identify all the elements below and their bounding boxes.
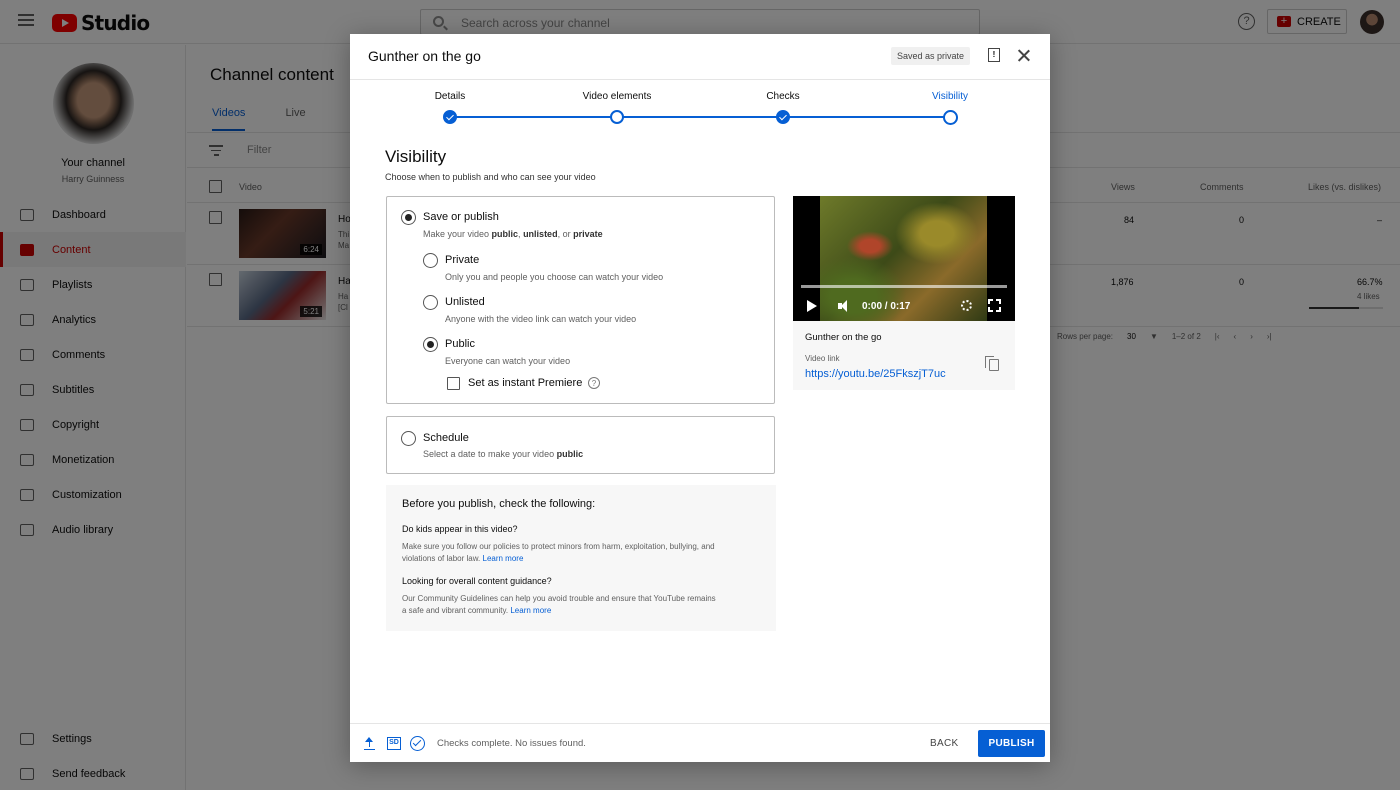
unlisted-label[interactable]: Unlisted bbox=[445, 296, 485, 308]
private-label[interactable]: Private bbox=[445, 254, 479, 266]
unlisted-description: Anyone with the video link can watch you… bbox=[445, 314, 637, 324]
sub-private: private bbox=[573, 229, 603, 239]
upload-stepper: Details Video elements Checks Visibility bbox=[350, 80, 1050, 130]
learn-more-link[interactable]: Learn more bbox=[510, 606, 551, 615]
schedule-label[interactable]: Schedule bbox=[423, 432, 469, 444]
stepper-line bbox=[450, 116, 950, 118]
schedule-sub: Select a date to make your video public bbox=[423, 449, 583, 459]
video-link[interactable]: https://youtu.be/25FkszjT7uc bbox=[805, 368, 946, 380]
save-or-publish-radio[interactable] bbox=[401, 210, 416, 225]
sub-public: public bbox=[556, 449, 584, 459]
report-issue-icon[interactable]: ! bbox=[988, 48, 1000, 62]
guidance-body: Make sure you follow our policies to pro… bbox=[402, 542, 715, 563]
sub-public: public bbox=[491, 229, 519, 239]
saved-status-badge: Saved as private bbox=[891, 47, 971, 65]
step-details[interactable]: Details bbox=[390, 91, 510, 102]
save-or-publish-sub: Make your video public, unlisted, or pri… bbox=[423, 229, 603, 239]
checks-complete-icon[interactable] bbox=[410, 736, 425, 751]
visibility-subtitle: Choose when to publish and who can see y… bbox=[385, 172, 596, 182]
play-icon[interactable] bbox=[807, 300, 817, 312]
fullscreen-icon[interactable] bbox=[987, 298, 1002, 313]
guidance-text-content: Our Community Guidelines can help you av… bbox=[402, 593, 722, 616]
dialog-header: Gunther on the go Saved as private ! bbox=[350, 34, 1050, 80]
upload-dialog: Gunther on the go Saved as private ! Det… bbox=[350, 34, 1050, 762]
publish-guidance: Before you publish, check the following:… bbox=[386, 485, 776, 631]
visibility-title: Visibility bbox=[385, 147, 447, 166]
preview-title: Gunther on the go bbox=[805, 332, 882, 343]
close-icon[interactable] bbox=[1016, 47, 1032, 63]
video-progress-bar[interactable] bbox=[801, 285, 1007, 288]
step-checks-check-icon[interactable] bbox=[776, 110, 790, 124]
upload-icon[interactable] bbox=[364, 737, 375, 750]
learn-more-link[interactable]: Learn more bbox=[483, 554, 524, 563]
private-description: Only you and people you choose can watch… bbox=[445, 272, 664, 282]
schedule-radio[interactable] bbox=[401, 431, 416, 446]
guidance-question-kids: Do kids appear in this video? bbox=[402, 524, 518, 534]
copy-icon[interactable] bbox=[985, 356, 999, 371]
dialog-title: Gunther on the go bbox=[368, 48, 481, 64]
step-video-elements-dot[interactable] bbox=[610, 110, 624, 124]
sub-unlisted: unlisted bbox=[523, 229, 558, 239]
sd-quality-icon[interactable]: SD bbox=[387, 737, 401, 750]
video-player[interactable]: 0:00 / 0:17 bbox=[793, 196, 1015, 321]
public-description: Everyone can watch your video bbox=[445, 356, 571, 366]
sub-text: , or bbox=[557, 229, 574, 239]
back-button[interactable]: BACK bbox=[930, 738, 958, 749]
publish-button[interactable]: PUBLISH bbox=[978, 730, 1045, 757]
instant-premiere-checkbox[interactable] bbox=[447, 377, 460, 390]
public-label[interactable]: Public bbox=[445, 338, 475, 350]
guidance-text-kids: Make sure you follow our policies to pro… bbox=[402, 541, 722, 564]
sub-text: Select a date to make your video bbox=[423, 449, 557, 459]
guidance-body: Our Community Guidelines can help you av… bbox=[402, 594, 716, 615]
step-video-elements[interactable]: Video elements bbox=[557, 91, 677, 102]
dialog-footer: SD Checks complete. No issues found. BAC… bbox=[350, 723, 1050, 762]
schedule-box: Schedule Select a date to make your vide… bbox=[386, 416, 775, 474]
instant-premiere-label[interactable]: Set as instant Premiere bbox=[468, 377, 582, 389]
video-time: 0:00 / 0:17 bbox=[862, 301, 911, 312]
volume-icon[interactable] bbox=[838, 300, 851, 312]
unlisted-radio[interactable] bbox=[423, 295, 438, 310]
help-icon[interactable]: ? bbox=[588, 377, 600, 389]
public-radio[interactable] bbox=[423, 337, 438, 352]
settings-gear-icon[interactable] bbox=[961, 300, 972, 311]
step-details-check-icon[interactable] bbox=[443, 110, 457, 124]
sub-text: Make your video bbox=[423, 229, 492, 239]
private-radio[interactable] bbox=[423, 253, 438, 268]
checks-status: Checks complete. No issues found. bbox=[437, 738, 586, 749]
save-or-publish-box: Save or publish Make your video public, … bbox=[386, 196, 775, 404]
save-or-publish-label[interactable]: Save or publish bbox=[423, 211, 499, 223]
step-visibility[interactable]: Visibility bbox=[890, 91, 1010, 102]
step-checks[interactable]: Checks bbox=[723, 91, 843, 102]
guidance-question-content: Looking for overall content guidance? bbox=[402, 576, 552, 586]
step-visibility-dot[interactable] bbox=[942, 110, 958, 125]
guidance-heading: Before you publish, check the following: bbox=[402, 498, 596, 510]
video-link-label: Video link bbox=[805, 354, 840, 363]
video-preview-card: 0:00 / 0:17 Gunther on the go Video link… bbox=[793, 196, 1015, 390]
